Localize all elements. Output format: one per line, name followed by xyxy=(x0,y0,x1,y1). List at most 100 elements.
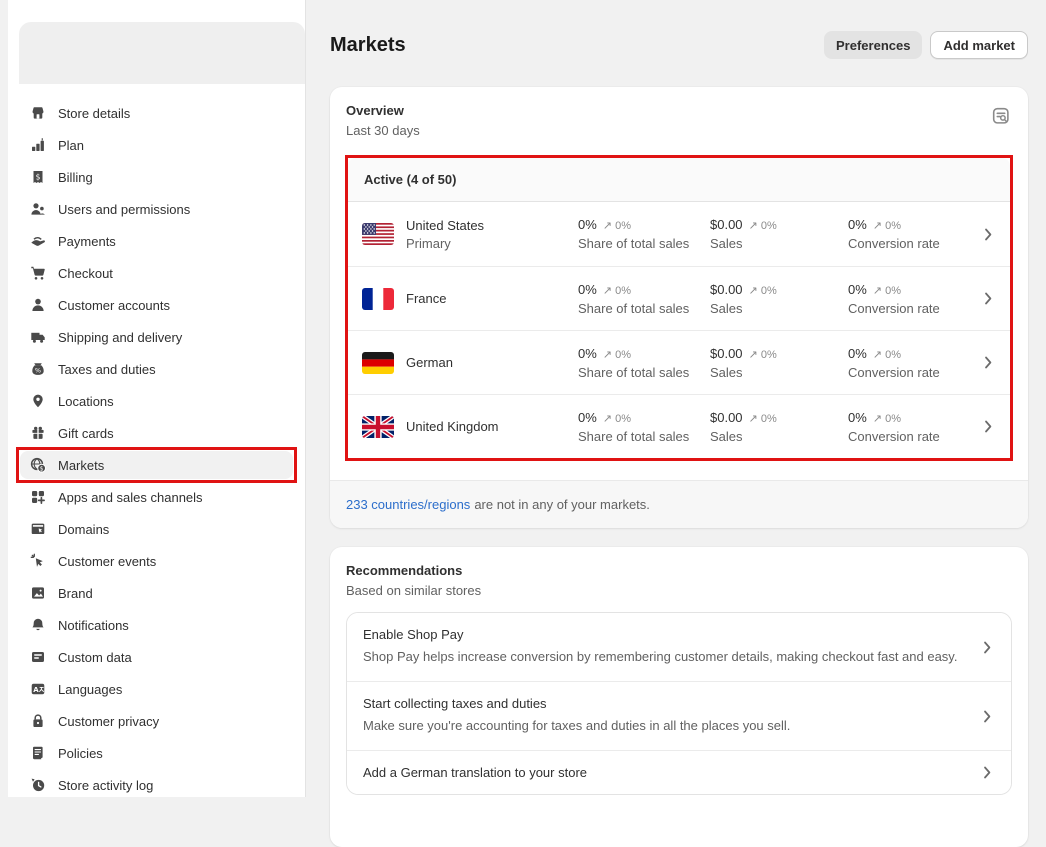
stat-col: $0.00↗ 0%Sales xyxy=(710,346,848,380)
sidebar-item-customer-events[interactable]: Customer events xyxy=(20,547,293,575)
payments-icon xyxy=(30,233,46,249)
active-markets-annotation-box: Active (4 of 50) United StatesPrimary0%↗… xyxy=(345,155,1013,461)
stat-col: $0.00↗ 0%Sales xyxy=(710,282,848,316)
stat-value: 0% xyxy=(848,346,867,361)
trend-up-icon: ↗ 0% xyxy=(749,219,777,232)
recommendation-row[interactable]: Start collecting taxes and duties Make su… xyxy=(347,681,1011,750)
sidebar-item-store-activity-log[interactable]: Store activity log xyxy=(20,771,293,799)
sidebar-item-payments[interactable]: Payments xyxy=(20,227,293,255)
sidebar-item-plan[interactable]: Plan xyxy=(20,131,293,159)
recommendation-text: Add a German translation to your store xyxy=(363,765,979,780)
market-row-gb[interactable]: United Kingdom0%↗ 0%Share of total sales… xyxy=(348,394,1010,458)
market-row-fr[interactable]: France0%↗ 0%Share of total sales$0.00↗ 0… xyxy=(348,266,1010,330)
sidebar-item-brand[interactable]: Brand xyxy=(20,579,293,607)
store-header-placeholder xyxy=(19,22,305,84)
markets-settings-page: { "page": { "title": "Markets" }, "heade… xyxy=(0,0,1046,797)
stat-col: 0%↗ 0%Conversion rate xyxy=(848,346,980,380)
svg-text:%: % xyxy=(35,367,41,375)
stat-col: 0%↗ 0%Conversion rate xyxy=(848,217,980,251)
chevron-right-icon[interactable] xyxy=(980,228,996,241)
tax-bag-icon: % xyxy=(30,361,46,377)
recommendations-title: Recommendations xyxy=(346,563,1012,578)
settings-nav: Store details Plan $ Billing Users and permi… xyxy=(8,99,305,799)
sidebar-item-apps-and-sales-channels[interactable]: Apps and sales channels xyxy=(20,483,293,511)
market-rows: United StatesPrimary0%↗ 0%Share of total… xyxy=(348,202,1010,458)
countries-regions-link[interactable]: 233 countries/regions xyxy=(346,497,470,512)
recommendation-text: Enable Shop PayShop Pay helps increase c… xyxy=(363,627,979,667)
stat-value: $0.00 xyxy=(710,217,743,232)
market-row-de[interactable]: German 0% ↗ 0% Share of total sales$0.00↗ 0… xyxy=(348,330,1010,394)
sidebar-item-checkout[interactable]: Checkout xyxy=(20,259,293,287)
chevron-right-icon[interactable] xyxy=(979,710,995,723)
market-name-col: France xyxy=(406,291,578,306)
market-row-us[interactable]: United StatesPrimary0%↗ 0%Share of total… xyxy=(348,202,1010,266)
sidebar-item-label: Billing xyxy=(58,170,93,185)
users-icon xyxy=(30,201,46,217)
chevron-right-icon[interactable] xyxy=(979,766,995,779)
report-search-icon[interactable] xyxy=(988,103,1014,129)
stat-col: 0%↗ 0%Conversion rate xyxy=(848,282,980,316)
sidebar-item-users-and-permissions[interactable]: Users and permissions xyxy=(20,195,293,223)
market-name-col: United StatesPrimary xyxy=(406,218,578,251)
recommendation-row[interactable]: Add a German translation to your store xyxy=(347,750,1011,794)
active-section-title: Active (4 of 50) xyxy=(348,158,1010,202)
stat-label: Sales xyxy=(710,429,848,444)
overview-card-header: Overview Last 30 days xyxy=(330,87,1028,138)
sidebar-item-label: Taxes and duties xyxy=(58,362,156,377)
sidebar-item-custom-data[interactable]: Custom data xyxy=(20,643,293,671)
sidebar-item-domains[interactable]: Domains xyxy=(20,515,293,543)
sidebar-item-label: Gift cards xyxy=(58,426,114,441)
recommendation-list: Enable Shop PayShop Pay helps increase c… xyxy=(346,612,1012,795)
activity-log-icon xyxy=(30,777,46,793)
apps-grid-icon xyxy=(30,489,46,505)
sidebar-item-taxes-and-duties[interactable]: % Taxes and duties xyxy=(20,355,293,383)
sidebar-item-gift-cards[interactable]: Gift cards xyxy=(20,419,293,447)
chevron-right-icon[interactable] xyxy=(980,292,996,305)
sidebar-item-policies[interactable]: Policies xyxy=(20,739,293,767)
sidebar-item-customer-privacy[interactable]: Customer privacy xyxy=(20,707,293,735)
svg-text:A: A xyxy=(33,686,39,694)
sidebar-item-customer-accounts[interactable]: Customer accounts xyxy=(20,291,293,319)
chevron-right-icon[interactable] xyxy=(980,356,996,369)
add-market-button[interactable]: Add market xyxy=(930,31,1028,59)
recommendation-row[interactable]: Enable Shop PayShop Pay helps increase c… xyxy=(347,613,1011,681)
sidebar-item-locations[interactable]: Locations xyxy=(20,387,293,415)
preferences-button[interactable]: Preferences xyxy=(824,31,922,59)
policies-icon xyxy=(30,745,46,761)
svg-text:$: $ xyxy=(36,172,41,181)
recommendation-title: Start collecting taxes and duties xyxy=(363,696,961,711)
sidebar-item-languages[interactable]: A Languages xyxy=(20,675,293,703)
trend-up-icon: ↗ 0% xyxy=(603,412,631,425)
sidebar-item-store-details[interactable]: Store details xyxy=(20,99,293,127)
stat-label: Share of total sales xyxy=(578,301,710,316)
stat-label: Sales xyxy=(710,236,848,251)
market-name: German xyxy=(406,355,578,370)
sidebar-item-label: Languages xyxy=(58,682,122,697)
sidebar-item-label: Notifications xyxy=(58,618,129,633)
recommendation-title: Enable Shop Pay xyxy=(363,627,961,642)
brand-image-icon xyxy=(30,585,46,601)
stat-col: 0%↗ 0%Share of total sales xyxy=(578,217,710,251)
stat-label: Share of total sales xyxy=(578,365,710,380)
sidebar-item-markets[interactable]: $Markets xyxy=(20,451,293,479)
settings-sidebar: Store details Plan $ Billing Users and permi… xyxy=(8,0,306,797)
recommendation-description: Make sure you're accounting for taxes an… xyxy=(363,716,961,736)
chevron-right-icon[interactable] xyxy=(979,641,995,654)
stat-value: 0% xyxy=(848,410,867,425)
sidebar-item-label: Users and permissions xyxy=(58,202,190,217)
sidebar-item-label: Locations xyxy=(58,394,114,409)
chevron-right-icon[interactable] xyxy=(980,420,996,433)
stat-value: 0% xyxy=(848,217,867,232)
trend-up-icon: ↗ 0% xyxy=(749,348,777,361)
market-name: United Kingdom xyxy=(406,419,578,434)
market-name-col: United Kingdom xyxy=(406,419,578,434)
sidebar-item-notifications[interactable]: Notifications xyxy=(20,611,293,639)
sidebar-item-label: Store details xyxy=(58,106,130,121)
sidebar-item-shipping-and-delivery[interactable]: Shipping and delivery xyxy=(20,323,293,351)
stat-label: Conversion rate xyxy=(848,365,980,380)
trend-up-icon: ↗ 0% xyxy=(749,412,777,425)
us-flag-icon xyxy=(362,223,394,245)
sidebar-item-billing[interactable]: $ Billing xyxy=(20,163,293,191)
trend-up-icon: ↗ 0% xyxy=(873,284,901,297)
stat-label: Conversion rate xyxy=(848,236,980,251)
